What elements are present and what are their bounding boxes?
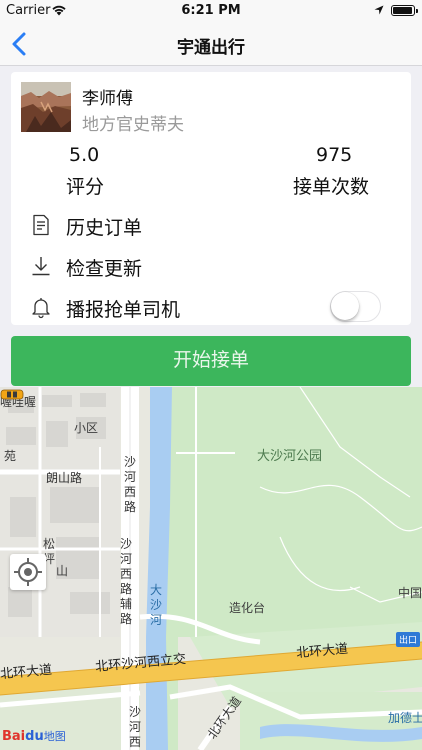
menu-item-label: 历史订单 bbox=[66, 217, 143, 239]
map-label: 小区 bbox=[74, 421, 99, 435]
taxi-car-icon bbox=[0, 389, 24, 400]
map-label: 沙河西路辅路 bbox=[119, 537, 132, 626]
order-count-label: 接单次数 bbox=[293, 176, 370, 198]
download-icon bbox=[32, 257, 50, 276]
exit-badge: 出口 bbox=[396, 632, 421, 647]
toggle-knob bbox=[331, 292, 359, 320]
clock: 6:21 PM bbox=[181, 3, 241, 18]
location-arrow-icon bbox=[374, 5, 384, 15]
menu-item-label: 播报抢单司机 bbox=[66, 299, 181, 321]
map-label: 大沙河公园 bbox=[257, 449, 323, 464]
document-icon bbox=[33, 214, 49, 236]
score-label: 评分 bbox=[66, 176, 105, 198]
crosshair-icon bbox=[14, 558, 42, 586]
menu-item-broadcast-drivers: 播报抢单司机 bbox=[11, 288, 411, 326]
menu-item-label: 检查更新 bbox=[66, 258, 143, 280]
baidu-map-logo: Baidu地图 bbox=[2, 729, 66, 744]
driver-name: 李师傅 bbox=[82, 89, 133, 109]
status-bar: Carrier 6:21 PM bbox=[0, 0, 422, 22]
map-label: 中国 bbox=[398, 586, 422, 600]
map-label: 沙河西路 bbox=[123, 455, 136, 514]
score-value: 5.0 bbox=[69, 144, 100, 166]
map-view[interactable]: 喔哇喔 小区 苑 朗山路 沙河西路 沙河西路辅路 松坪 山 大沙河公园 大沙河 … bbox=[0, 387, 422, 750]
bell-icon bbox=[32, 298, 50, 319]
driver-card: 李师傅 地方官史蒂夫 5.0 评分 975 接单次数 历史订单 检查更新 播报抢… bbox=[11, 72, 411, 325]
start-orders-button[interactable]: 开始接单 bbox=[11, 336, 411, 386]
driver-subtitle: 地方官史蒂夫 bbox=[82, 115, 184, 135]
map-label: 山 bbox=[56, 564, 69, 578]
battery-icon bbox=[391, 5, 418, 16]
map-label: 朗山路 bbox=[46, 471, 83, 485]
map-label: 造化台 bbox=[229, 601, 266, 615]
driver-avatar bbox=[21, 82, 71, 132]
map-label: 沙河西路 bbox=[128, 705, 141, 749]
map-label: 大沙河 bbox=[149, 583, 162, 627]
locate-me-button[interactable] bbox=[10, 554, 46, 590]
order-count-value: 975 bbox=[316, 144, 353, 166]
broadcast-toggle[interactable] bbox=[330, 291, 381, 322]
map-label: 加德士 bbox=[388, 711, 422, 725]
menu-item-check-update[interactable]: 检查更新 bbox=[11, 247, 411, 285]
page-title: 宇通出行 bbox=[177, 38, 245, 58]
menu-item-history-orders[interactable]: 历史订单 bbox=[11, 206, 411, 244]
map-label: 苑 bbox=[4, 449, 17, 463]
navigation-bar: 宇通出行 bbox=[0, 22, 422, 66]
